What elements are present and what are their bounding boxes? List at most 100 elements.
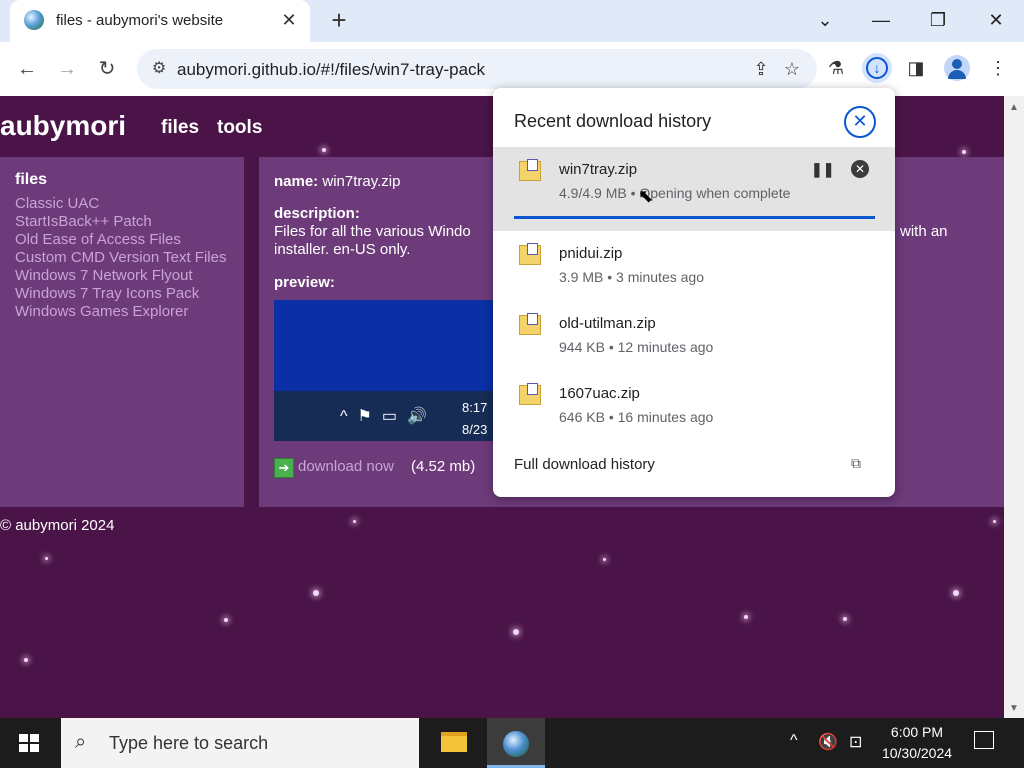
full-download-history-link[interactable]: Full download history xyxy=(514,456,655,473)
download-filename: old-utilman.zip xyxy=(559,315,656,332)
preview-image: ^⚑▭🔊 8:17 8/23 xyxy=(274,300,504,441)
sidebar-link-tray-icons[interactable]: Windows 7 Tray Icons Pack xyxy=(15,285,237,303)
download-status: 646 KB • 16 minutes ago xyxy=(559,409,714,425)
bookmark-star-icon[interactable]: ☆ xyxy=(780,58,804,80)
minimize-button[interactable]: — xyxy=(867,8,895,32)
reload-button[interactable]: ↻ xyxy=(94,56,120,82)
download-filename: win7tray.zip xyxy=(559,161,638,178)
network-icon[interactable]: ⊡ xyxy=(849,732,862,752)
download-progress-fill xyxy=(514,216,875,219)
share-icon[interactable]: ⇪ xyxy=(749,58,773,80)
zip-file-icon xyxy=(519,383,541,405)
page-scrollbar[interactable]: ▲ ▼ xyxy=(1004,96,1024,718)
download-item[interactable]: pnidui.zip 3.9 MB • 3 minutes ago xyxy=(493,231,895,301)
star-decoration xyxy=(322,148,326,152)
site-footer: © aubymori 2024 xyxy=(0,517,115,534)
sidebar-link-classic-uac[interactable]: Classic UAC xyxy=(15,195,237,213)
close-tab-icon[interactable]: ✕ xyxy=(278,9,300,31)
volume-muted-icon[interactable]: 🔇 xyxy=(818,732,838,752)
star-decoration xyxy=(953,590,959,596)
sidebar-heading: files xyxy=(15,171,48,188)
file-name-row: name: win7tray.zip xyxy=(274,173,400,190)
download-size: (4.52 mb) xyxy=(411,458,476,475)
tab-files[interactable]: files - aubymori's website ✕ xyxy=(10,0,310,42)
zip-file-icon xyxy=(519,313,541,335)
sidebar-link-cmd-version[interactable]: Custom CMD Version Text Files xyxy=(15,249,237,267)
menu-kebab-icon[interactable]: ⋮ xyxy=(986,56,1010,80)
tab-strip: files - aubymori's website ✕ + ⌄ — ❐ ✕ xyxy=(0,0,1024,42)
side-panel-icon[interactable]: ◨ xyxy=(904,56,928,80)
nav-tools-link[interactable]: tools xyxy=(217,117,262,139)
preview-date-text: 8/23 xyxy=(462,422,488,437)
star-decoration xyxy=(353,520,356,523)
clock-date: 10/30/2024 xyxy=(881,745,953,761)
star-decoration xyxy=(224,618,228,622)
star-decoration xyxy=(603,558,606,561)
download-arrow-icon: ↓ xyxy=(866,57,888,79)
labs-flask-icon[interactable]: ⚗ xyxy=(824,56,848,80)
sidebar-link-games-explorer[interactable]: Windows Games Explorer xyxy=(15,303,237,321)
open-external-icon[interactable]: ⧉ xyxy=(851,455,861,472)
download-status: 3.9 MB • 3 minutes ago xyxy=(559,269,704,285)
downloads-popup: Recent download history ✕ win7tray.zip 4… xyxy=(493,88,895,497)
site-info-icon[interactable]: ⚙ xyxy=(149,59,169,79)
files-sidebar: files Classic UAC StartIsBack++ Patch Ol… xyxy=(0,157,244,507)
show-hidden-icons-chevron-icon[interactable]: ^ xyxy=(790,732,798,750)
site-logo-title[interactable]: aubymori xyxy=(0,110,126,142)
person-icon xyxy=(952,59,962,69)
close-popup-button[interactable]: ✕ xyxy=(844,106,876,138)
sidebar-link-network-flyout[interactable]: Windows 7 Network Flyout xyxy=(15,267,237,285)
windows-logo-icon xyxy=(19,734,39,752)
star-decoration xyxy=(993,520,996,523)
scroll-down-arrow-icon[interactable]: ▼ xyxy=(1009,703,1019,714)
download-filename: pnidui.zip xyxy=(559,245,623,262)
taskbar-file-explorer[interactable] xyxy=(425,718,483,768)
zip-file-icon xyxy=(519,159,541,181)
taskbar-clock[interactable]: 6:00 PM 10/30/2024 xyxy=(872,722,962,764)
taskbar-chrome[interactable] xyxy=(487,718,545,768)
folder-icon xyxy=(441,732,467,752)
sidebar-link-startisback[interactable]: StartIsBack++ Patch xyxy=(15,213,237,231)
address-bar[interactable]: ⚙ aubymori.github.io/#!/files/win7-tray-… xyxy=(137,49,817,89)
restore-button[interactable]: ❐ xyxy=(924,8,952,32)
tab-title: files - aubymori's website xyxy=(56,12,224,29)
cancel-download-icon[interactable]: ✕ xyxy=(851,160,869,178)
download-status: 4.9/4.9 MB • Opening when complete xyxy=(559,185,791,201)
download-status: 944 KB • 12 minutes ago xyxy=(559,339,714,355)
url-text[interactable]: aubymori.github.io/#!/files/win7-tray-pa… xyxy=(177,60,485,80)
windows-taskbar: ⌕ Type here to search ^ 🔇 ⊡ 6:00 PM 10/3… xyxy=(0,718,1024,768)
star-decoration xyxy=(513,629,519,635)
close-window-button[interactable]: ✕ xyxy=(982,8,1010,32)
notification-icon[interactable] xyxy=(974,731,994,749)
preview-label: preview: xyxy=(274,274,335,291)
search-icon: ⌕ xyxy=(75,731,87,753)
description-text-line2: installer. en-US only. xyxy=(274,241,411,258)
profile-avatar[interactable] xyxy=(944,55,970,81)
new-tab-button[interactable]: + xyxy=(326,7,352,34)
nav-files-link[interactable]: files xyxy=(161,117,199,139)
description-text: Files for all the various Windo xyxy=(274,223,471,240)
tab-search-chevron-icon[interactable]: ⌄ xyxy=(811,8,839,32)
star-decoration xyxy=(24,658,28,662)
download-now-link[interactable]: download now xyxy=(298,458,394,475)
popup-title: Recent download history xyxy=(514,111,712,131)
scroll-up-arrow-icon[interactable]: ▲ xyxy=(1009,102,1019,113)
taskbar-search-box[interactable]: ⌕ Type here to search xyxy=(61,718,419,768)
pause-icon[interactable]: ❚❚ xyxy=(811,160,834,178)
forward-button[interactable]: → xyxy=(54,56,80,82)
star-decoration xyxy=(843,617,847,621)
start-button[interactable] xyxy=(0,718,60,768)
download-filename: 1607uac.zip xyxy=(559,385,640,402)
download-item[interactable]: win7tray.zip 4.9/4.9 MB • Opening when c… xyxy=(493,147,895,231)
download-arrow-icon[interactable]: ➔ xyxy=(274,458,294,478)
site-favicon-icon xyxy=(24,10,44,30)
download-item[interactable]: 1607uac.zip 646 KB • 16 minutes ago xyxy=(493,371,895,441)
star-decoration xyxy=(313,590,319,596)
chrome-icon xyxy=(503,731,529,757)
downloads-button[interactable]: ↓ xyxy=(862,53,892,83)
back-button[interactable]: ← xyxy=(14,56,40,82)
sidebar-link-ease-of-access[interactable]: Old Ease of Access Files xyxy=(15,231,237,249)
star-decoration xyxy=(962,150,966,154)
download-item[interactable]: old-utilman.zip 944 KB • 12 minutes ago xyxy=(493,301,895,371)
file-name-label: name: xyxy=(274,173,319,190)
